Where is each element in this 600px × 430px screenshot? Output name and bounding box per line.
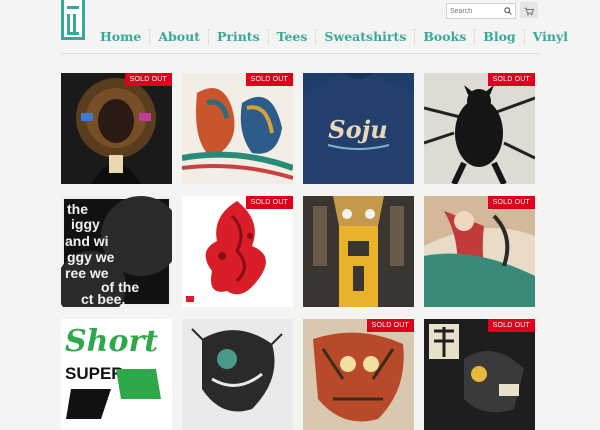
nav-about[interactable]: About <box>150 29 209 45</box>
product-image <box>182 319 293 430</box>
search-icon[interactable] <box>502 5 514 17</box>
product-tile[interactable]: SOLD OUT <box>61 73 172 184</box>
product-image <box>182 196 293 307</box>
green-word: Short <box>65 324 158 359</box>
product-tile[interactable]: SOLD OUT <box>182 196 293 307</box>
product-image: the iggy and wi ggy we ree we of the ct … <box>61 196 172 307</box>
product-tile[interactable]: the iggy and wi ggy we ree we of the ct … <box>61 196 172 307</box>
sold-out-badge: SOLD OUT <box>366 319 414 332</box>
product-image <box>424 73 535 184</box>
product-image <box>182 73 293 184</box>
product-image: Short SUPER <box>61 319 172 430</box>
sold-out-badge: SOLD OUT <box>245 196 293 209</box>
product-tile[interactable]: SOLD OUT <box>424 319 535 430</box>
product-image <box>303 196 414 307</box>
product-tile[interactable]: SOLD OUT <box>303 319 414 430</box>
cart-button[interactable] <box>520 2 538 18</box>
product-tile[interactable]: SOLD OUT <box>424 73 535 184</box>
green-word-2: SUPER <box>65 364 124 383</box>
product-image <box>303 319 414 430</box>
nav-books[interactable]: Books <box>415 29 476 45</box>
sold-out-badge: SOLD OUT <box>487 319 535 332</box>
product-tile[interactable] <box>182 319 293 430</box>
sold-out-badge: SOLD OUT <box>245 73 293 86</box>
nav-tees[interactable]: Tees <box>269 29 317 45</box>
nav-vinyl[interactable]: Vinyl <box>525 29 576 45</box>
product-image <box>424 319 535 430</box>
product-tile[interactable] <box>303 196 414 307</box>
header-divider <box>61 53 540 54</box>
sold-out-badge: SOLD OUT <box>487 196 535 209</box>
sold-out-badge: SOLD OUT <box>124 73 172 86</box>
product-tile[interactable]: SOLD OUT <box>424 196 535 307</box>
nav-sweatshirts[interactable]: Sweatshirts <box>316 29 416 45</box>
sold-out-badge: SOLD OUT <box>487 73 535 86</box>
product-tile[interactable]: Soju <box>303 73 414 184</box>
main-nav: Home About Prints Tees Sweatshirts Books… <box>92 29 576 45</box>
poster-line: iggy <box>71 216 100 232</box>
product-tile[interactable]: Short SUPER <box>61 319 172 430</box>
nav-blog[interactable]: Blog <box>475 29 525 45</box>
poster-line: ct bee. <box>81 291 125 307</box>
product-image <box>424 196 535 307</box>
poster-line: the <box>67 201 88 217</box>
cart-icon <box>524 1 534 20</box>
product-tile[interactable]: SOLD OUT <box>182 73 293 184</box>
tee-word: Soju <box>328 115 387 144</box>
poster-line: ggy we <box>67 249 115 265</box>
nav-prints[interactable]: Prints <box>209 29 269 45</box>
search-box[interactable] <box>446 3 516 19</box>
product-image <box>61 73 172 184</box>
search-input[interactable] <box>447 5 502 17</box>
product-image: Soju <box>303 73 414 184</box>
site-logo[interactable] <box>61 0 85 40</box>
poster-line: and wi <box>65 233 109 249</box>
nav-home[interactable]: Home <box>92 29 151 45</box>
